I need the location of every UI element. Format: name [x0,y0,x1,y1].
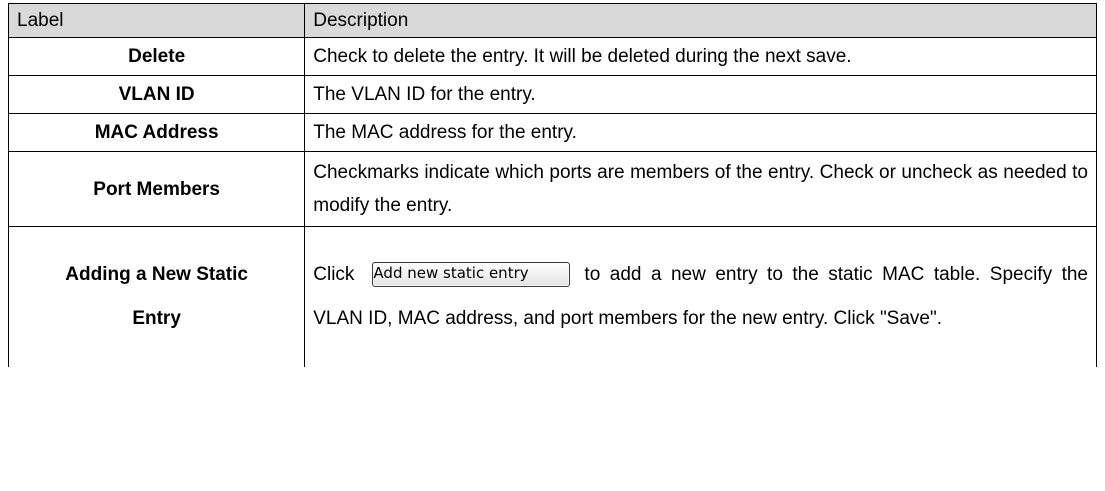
row-label-port-members: Port Members [7,151,306,227]
row-description-delete: Check to delete the entry. It will be de… [304,37,1097,76]
row-description-port-members: Checkmarks indicate which ports are memb… [304,151,1097,227]
row-label-adding-new-static-entry: Adding a New Static Entry [7,226,306,367]
table-row: Port Members Checkmarks indicate which p… [7,151,1097,227]
table-row: MAC Address The MAC address for the entr… [7,113,1097,152]
description-click-text: Click [313,264,355,285]
header-label-cell: Label [7,3,306,38]
table-row: VLAN ID The VLAN ID for the entry. [7,75,1097,114]
table-header-row: Label Description [7,3,1097,38]
table-row: Delete Check to delete the entry. It wil… [7,37,1097,76]
row-label-delete: Delete [7,37,306,76]
row-description-vlan-id: The VLAN ID for the entry. [304,75,1097,114]
row-description-adding-new-static-entry: Click Add new static entry to add a new en… [304,226,1097,367]
row-description-mac-address: The MAC address for the entry. [304,113,1097,152]
row-label-line-1: Adding a New Static [65,264,248,285]
add-new-static-entry-button[interactable]: Add new static entry [372,262,571,288]
header-description-cell: Description [304,3,1097,38]
row-label-line-2: Entry [132,308,181,329]
description-table: Label Description Delete Check to delete… [7,3,1097,367]
table-row: Adding a New Static Entry Click Add new s… [7,226,1097,367]
row-label-mac-address: MAC Address [7,113,306,152]
row-label-vlan-id: VLAN ID [7,75,306,114]
